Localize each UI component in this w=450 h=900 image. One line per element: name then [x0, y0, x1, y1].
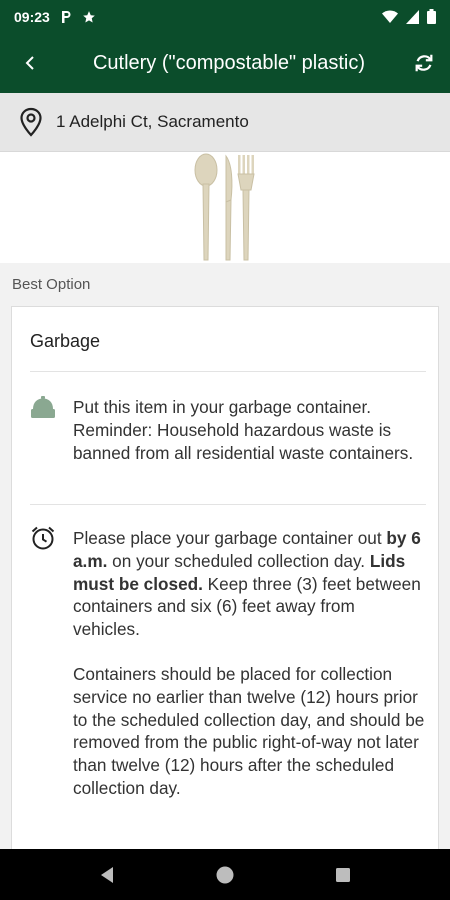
refresh-button[interactable]	[398, 33, 450, 93]
location-pin-icon	[20, 107, 42, 137]
disposal-category: Garbage	[30, 331, 101, 351]
garbage-bin-icon	[31, 396, 55, 418]
wifi-icon	[382, 10, 398, 23]
section-label: Best Option	[12, 276, 91, 293]
divider	[30, 371, 426, 372]
parking-icon	[61, 10, 71, 23]
address-bar[interactable]: 1 Adelphi Ct, Sacramento	[0, 93, 450, 152]
star-icon	[82, 10, 95, 23]
disposal-instruction: Put this item in your garbage container.…	[73, 397, 414, 463]
battery-icon	[427, 9, 436, 24]
collection-schedule: Please place your garbage container out …	[73, 527, 425, 800]
nav-home-icon[interactable]	[215, 865, 235, 885]
cutlery-illustration	[194, 153, 255, 261]
address-text: 1 Adelphi Ct, Sacramento	[56, 112, 249, 131]
divider	[30, 504, 426, 505]
back-button[interactable]	[0, 33, 60, 93]
placement-paragraph: Containers should be placed for collecti…	[73, 663, 425, 798]
item-image	[0, 152, 450, 263]
signal-icon	[406, 9, 419, 24]
status-bar: 09:23	[0, 0, 450, 33]
nav-back-icon[interactable]	[99, 866, 115, 884]
schedule-paragraph: Please place your garbage container out …	[73, 528, 421, 640]
page-title: Cutlery ("compostable" plastic)	[92, 51, 366, 74]
alarm-clock-icon	[31, 526, 55, 550]
status-time: 09:23	[14, 8, 50, 25]
system-nav-bar	[0, 849, 450, 900]
disposal-card: Garbage Put this item in your garbage co…	[11, 306, 439, 866]
nav-recents-icon[interactable]	[335, 867, 351, 883]
app-bar: Cutlery ("compostable" plastic)	[0, 33, 450, 93]
refresh-icon	[415, 54, 433, 72]
back-arrow-icon	[25, 56, 34, 70]
